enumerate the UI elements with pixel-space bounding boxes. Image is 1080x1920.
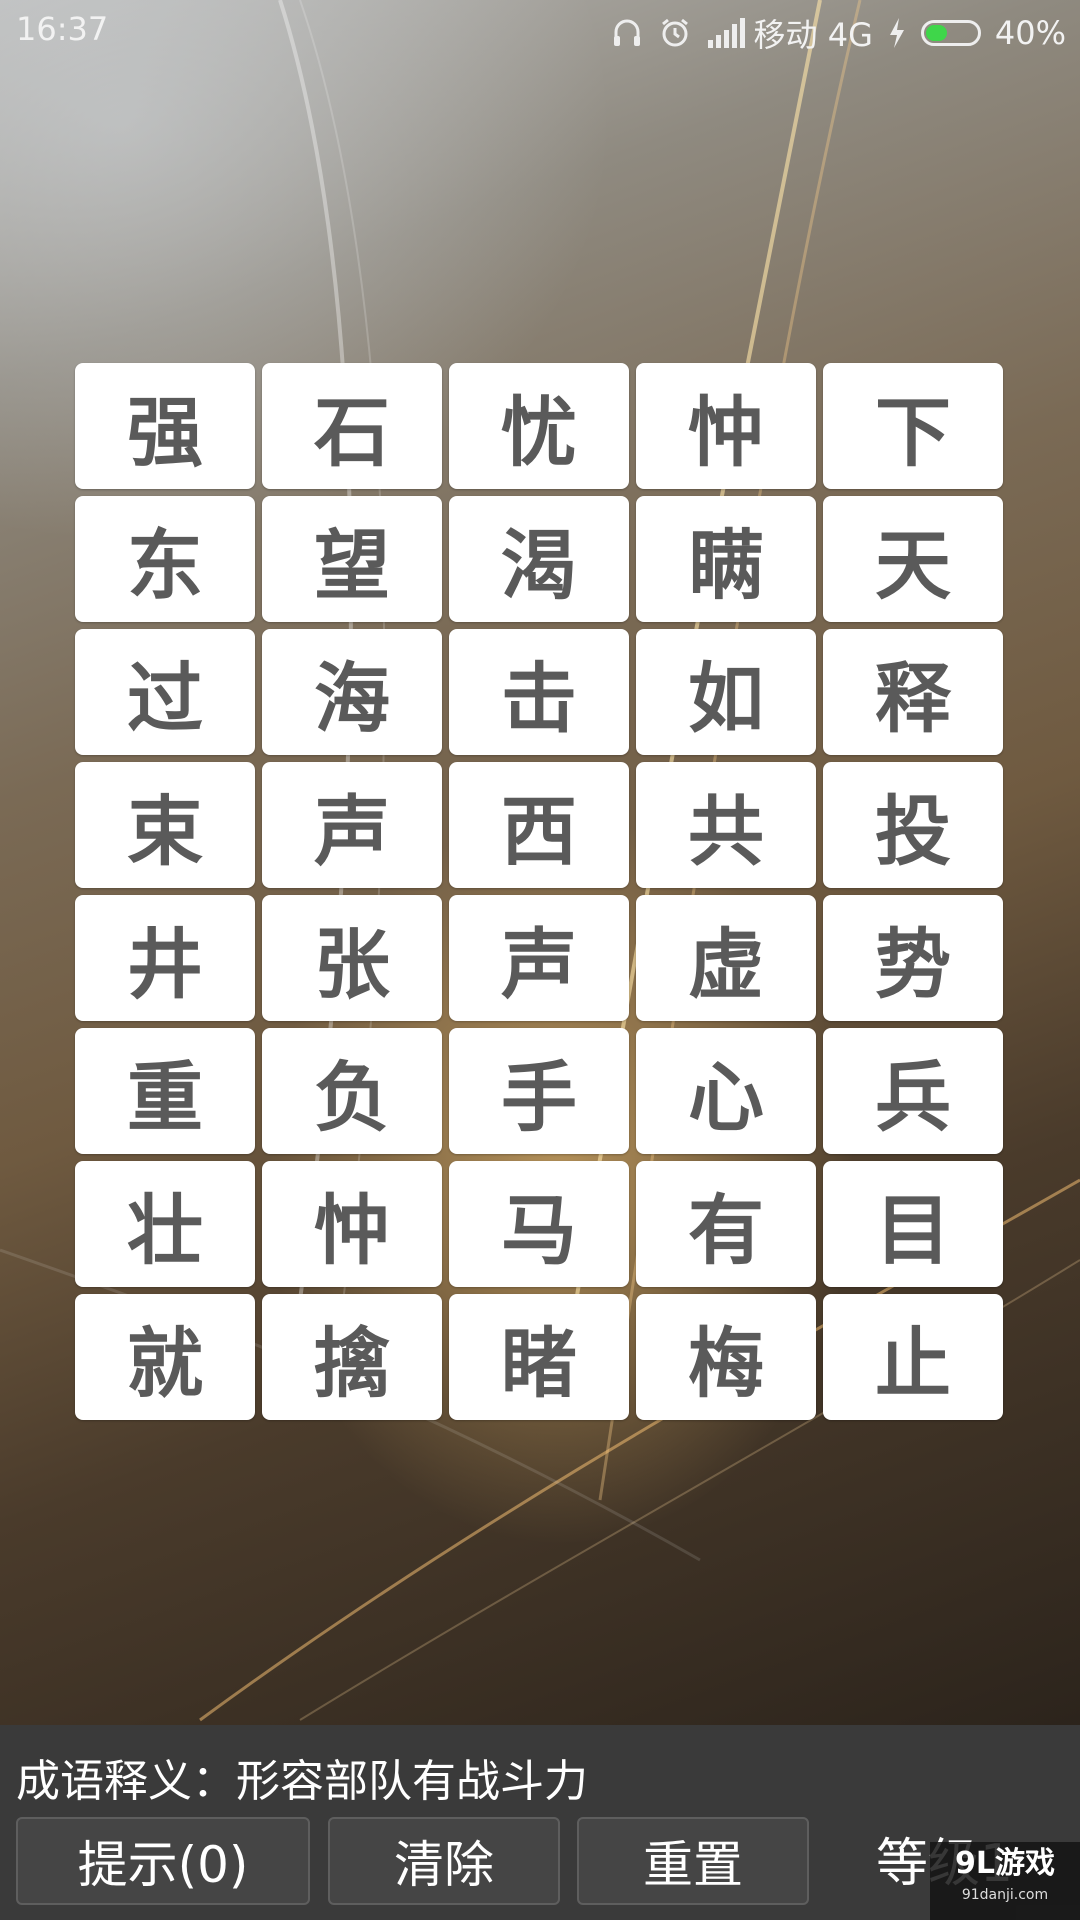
carrier-label: 移动 4G — [753, 16, 873, 54]
grid-cell[interactable]: 束 — [75, 762, 255, 888]
grid-cell[interactable]: 下 — [823, 363, 1003, 489]
grid-cell[interactable]: 势 — [823, 895, 1003, 1021]
grid-cell[interactable]: 天 — [823, 496, 1003, 622]
grid-cell[interactable]: 擒 — [262, 1294, 442, 1420]
grid-cell[interactable]: 有 — [636, 1161, 816, 1287]
idiom-meaning: 成语释义：形容部队有战斗力 — [16, 1756, 588, 1807]
grid-cell[interactable]: 忡 — [636, 363, 816, 489]
grid-cell[interactable]: 手 — [449, 1028, 629, 1154]
grid-cell[interactable]: 睹 — [449, 1294, 629, 1420]
grid-cell[interactable]: 击 — [449, 629, 629, 755]
status-icons: 移动 4G 40% — [610, 10, 1066, 56]
status-time: 16:37 — [16, 10, 109, 48]
grid-cell[interactable]: 瞒 — [636, 496, 816, 622]
grid-cell[interactable]: 兵 — [823, 1028, 1003, 1154]
grid-cell[interactable]: 心 — [636, 1028, 816, 1154]
charging-icon — [887, 16, 907, 50]
signal-icon — [706, 16, 745, 50]
clear-button[interactable]: 清除 — [328, 1817, 560, 1905]
grid-cell[interactable]: 海 — [262, 629, 442, 755]
grid-cell[interactable]: 强 — [75, 363, 255, 489]
character-grid: 强石忧忡下东望渴瞒天过海击如释束声西共投井张声虚势重负手心兵壮忡马有目就擒睹梅止 — [75, 363, 1005, 1420]
alarm-icon — [658, 16, 692, 50]
hint-button[interactable]: 提示(0) — [16, 1817, 310, 1905]
grid-cell[interactable]: 梅 — [636, 1294, 816, 1420]
grid-cell[interactable]: 释 — [823, 629, 1003, 755]
grid-cell[interactable]: 如 — [636, 629, 816, 755]
reset-button[interactable]: 重置 — [577, 1817, 809, 1905]
grid-cell[interactable]: 目 — [823, 1161, 1003, 1287]
grid-cell[interactable]: 西 — [449, 762, 629, 888]
grid-cell[interactable]: 井 — [75, 895, 255, 1021]
headset-icon — [610, 16, 644, 50]
grid-cell[interactable]: 东 — [75, 496, 255, 622]
watermark-logo: 9L游戏 — [955, 1846, 1055, 1881]
grid-cell[interactable]: 负 — [262, 1028, 442, 1154]
grid-cell[interactable]: 渴 — [449, 496, 629, 622]
battery-percent: 40% — [994, 14, 1066, 52]
grid-cell[interactable]: 声 — [262, 762, 442, 888]
grid-cell[interactable]: 望 — [262, 496, 442, 622]
battery-level — [925, 25, 947, 41]
grid-cell[interactable]: 共 — [636, 762, 816, 888]
grid-cell[interactable]: 声 — [449, 895, 629, 1021]
grid-cell[interactable]: 投 — [823, 762, 1003, 888]
grid-cell[interactable]: 重 — [75, 1028, 255, 1154]
site-watermark: 9L游戏 91danji.com — [930, 1842, 1080, 1920]
grid-cell[interactable]: 过 — [75, 629, 255, 755]
grid-cell[interactable]: 壮 — [75, 1161, 255, 1287]
battery-icon — [920, 20, 981, 46]
grid-cell[interactable]: 止 — [823, 1294, 1003, 1420]
grid-cell[interactable]: 马 — [449, 1161, 629, 1287]
grid-cell[interactable]: 就 — [75, 1294, 255, 1420]
grid-cell[interactable]: 虚 — [636, 895, 816, 1021]
grid-cell[interactable]: 忡 — [262, 1161, 442, 1287]
grid-cell[interactable]: 石 — [262, 363, 442, 489]
status-bar: 16:37 移动 4G 40% — [0, 0, 1080, 60]
bottom-panel: 成语释义：形容部队有战斗力 提示(0) 清除 重置 等级1 9L游戏 91dan… — [0, 1725, 1080, 1920]
watermark-url: 91danji.com — [961, 1887, 1049, 1903]
grid-cell[interactable]: 忧 — [449, 363, 629, 489]
grid-cell[interactable]: 张 — [262, 895, 442, 1021]
